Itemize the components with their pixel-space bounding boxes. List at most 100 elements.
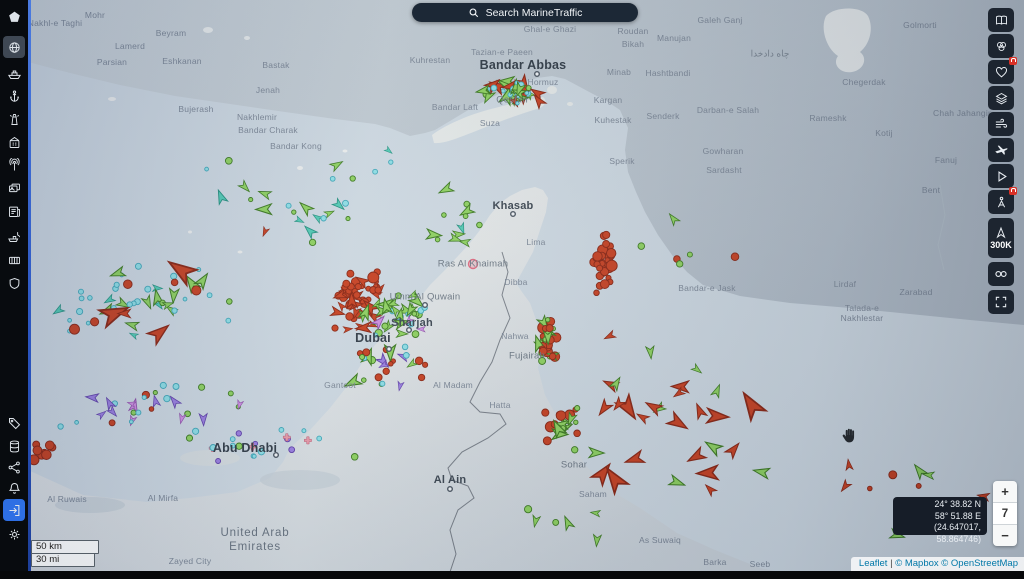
vessel-cyan-dot[interactable] <box>127 302 132 307</box>
vessel-green-dot[interactable] <box>236 443 242 449</box>
map-layers-button[interactable] <box>988 86 1014 110</box>
integrations-button[interactable] <box>3 456 25 478</box>
vessel-green-dot[interactable] <box>463 214 468 219</box>
live-map-button[interactable] <box>3 36 25 58</box>
playback-button[interactable] <box>988 164 1014 188</box>
vessel-green-dot[interactable] <box>362 378 367 383</box>
vessel-green-dot[interactable] <box>526 86 531 91</box>
vessel-cyan-dot[interactable] <box>380 381 385 386</box>
vessel-cyan-dot[interactable] <box>79 289 84 294</box>
nearby-vessels-button[interactable] <box>988 190 1014 214</box>
vessel-cyan-dot[interactable] <box>210 445 216 451</box>
vessel-cyan-dot[interactable] <box>402 344 408 350</box>
vessel-cyan-dot[interactable] <box>317 436 322 441</box>
vessel-red-dot-lg[interactable] <box>91 318 99 326</box>
vessel-red-dot-lg[interactable] <box>42 450 52 460</box>
vessel-red-dot-lg[interactable] <box>368 272 379 283</box>
vessel-green-dot[interactable] <box>225 157 232 164</box>
vessel-cyan-dot[interactable] <box>374 333 378 337</box>
vessel-red-dot-lg[interactable] <box>606 260 617 271</box>
vessel-green-dot[interactable] <box>546 318 550 322</box>
vessel-cyan-dot[interactable] <box>129 420 133 424</box>
vessel-green-dot[interactable] <box>131 410 136 415</box>
vessel-cyan-dot[interactable] <box>343 200 349 206</box>
vessel-red-dot[interactable] <box>549 353 556 360</box>
vessel-green-dot[interactable] <box>346 217 350 221</box>
zoom-out-button[interactable]: − <box>993 525 1017 546</box>
air-traffic-button[interactable] <box>988 138 1014 162</box>
vessel-cyan-dot[interactable] <box>136 410 141 415</box>
settings-button[interactable] <box>3 523 25 545</box>
vessel-cyan-dot[interactable] <box>403 353 409 359</box>
vessel-purple-dot[interactable] <box>236 431 241 436</box>
vessel-green-dot[interactable] <box>525 506 532 513</box>
vessel-green-dot[interactable] <box>687 252 692 257</box>
vessel-cyan-dot[interactable] <box>75 421 79 425</box>
vessel-red-dot[interactable] <box>868 486 873 491</box>
vessel-red-dot[interactable] <box>731 253 739 261</box>
vessel-red-dot-lg[interactable] <box>45 441 54 450</box>
vessel-cyan-dot[interactable] <box>205 167 209 171</box>
vessel-green-dot[interactable] <box>539 358 546 365</box>
vessel-cyan-dot[interactable] <box>302 429 306 433</box>
zoom-in-button[interactable]: + <box>993 481 1017 503</box>
attribution-link[interactable]: Leaflet <box>859 558 888 569</box>
port-ring-marker[interactable] <box>469 260 478 269</box>
vessel-cyan-dot[interactable] <box>142 395 146 399</box>
vessel-green-dot[interactable] <box>309 239 315 245</box>
vessels-button[interactable] <box>3 62 25 84</box>
attribution-link[interactable]: © OpenStreetMap <box>941 558 1018 569</box>
vessel-cyan-dot[interactable] <box>230 443 235 448</box>
vessel-red-dot-lg[interactable] <box>600 280 609 289</box>
data-products-button[interactable] <box>3 249 25 271</box>
vessel-red-dot[interactable] <box>597 265 603 271</box>
vessel-red-dot[interactable] <box>603 231 610 238</box>
vessel-red-dot[interactable] <box>149 407 154 412</box>
datasets-button[interactable] <box>3 435 25 457</box>
vessel-red-dot-lg[interactable] <box>542 409 549 416</box>
vessel-green-dot[interactable] <box>574 420 578 424</box>
vessel-cyan-dot[interactable] <box>330 176 335 181</box>
notifications-button[interactable] <box>3 477 25 499</box>
vessel-cyan-dot[interactable] <box>79 296 84 301</box>
vessel-red-dot-lg[interactable] <box>33 446 42 455</box>
vessel-green-dot[interactable] <box>292 210 296 214</box>
vessel-green-dot[interactable] <box>199 384 205 390</box>
map-canvas[interactable]: Nakhl-e TaghiMohrBeyramLamerdParsianEshk… <box>0 0 1024 579</box>
port-calls-button[interactable] <box>3 131 25 153</box>
vessel-red-dot-lg[interactable] <box>539 347 547 355</box>
vessel-cyan-dot[interactable] <box>286 203 291 208</box>
vessel-red-dot-lg[interactable] <box>70 324 80 334</box>
vessel-green-dot[interactable] <box>638 243 645 250</box>
vessel-red-dot-lg[interactable] <box>171 279 178 286</box>
guides-button[interactable] <box>988 8 1014 32</box>
map-filters-button[interactable] <box>988 34 1014 58</box>
vessel-cyan-dot[interactable] <box>171 273 177 279</box>
vessel-green-dot[interactable] <box>477 222 483 228</box>
protect-button[interactable] <box>3 272 25 294</box>
vessel-green-dot[interactable] <box>677 261 683 267</box>
vessel-cyan-dot[interactable] <box>252 454 256 458</box>
vessel-red-dot-lg[interactable] <box>556 411 566 421</box>
vessel-red-dot[interactable] <box>916 483 921 488</box>
vessel-cyan-dot[interactable] <box>173 384 179 390</box>
lights-button[interactable] <box>3 108 25 130</box>
vessel-cyan-dot[interactable] <box>160 382 166 388</box>
vessel-green-dot[interactable] <box>553 519 559 525</box>
vessel-red-dot[interactable] <box>375 374 382 381</box>
vessel-cyan-dot[interactable] <box>207 293 212 298</box>
vessel-red-dot[interactable] <box>346 313 354 321</box>
vessel-cyan-dot[interactable] <box>77 308 83 314</box>
vessel-red-dot[interactable] <box>389 362 394 367</box>
vessel-cyan-dot[interactable] <box>193 428 199 434</box>
vessel-cyan-dot[interactable] <box>145 286 151 292</box>
vessel-red-dot-lg[interactable] <box>574 430 581 437</box>
vessel-red-dot[interactable] <box>109 420 115 426</box>
vessel-green-dot[interactable] <box>412 331 419 338</box>
vessel-green-dot[interactable] <box>442 213 447 218</box>
favorites-button[interactable] <box>988 60 1014 84</box>
vessel-purple-dot[interactable] <box>216 459 221 464</box>
vessel-red-dot-lg[interactable] <box>124 280 133 289</box>
vessel-red-dot[interactable] <box>603 241 610 248</box>
vessel-cyan-dot[interactable] <box>258 449 264 455</box>
